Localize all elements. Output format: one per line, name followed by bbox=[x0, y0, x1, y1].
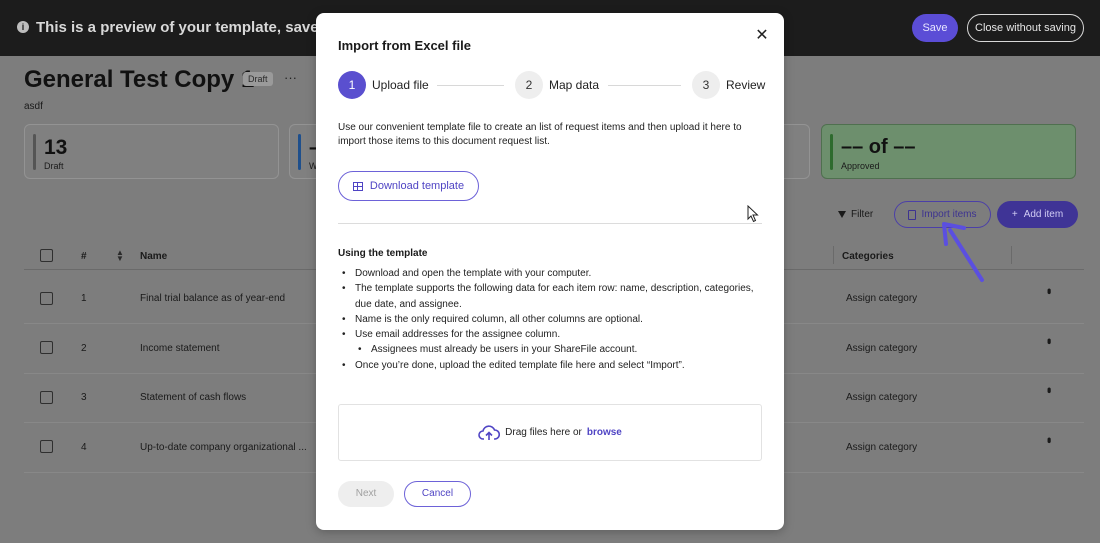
download-template-button[interactable]: Download template bbox=[338, 171, 479, 201]
instruction-item: Use email addresses for the assignee col… bbox=[338, 327, 766, 343]
more-options-icon[interactable]: ··· bbox=[284, 70, 297, 85]
cloud-upload-icon bbox=[478, 424, 501, 440]
step-number: 1 bbox=[338, 71, 366, 99]
close-without-saving-button[interactable]: Close without saving bbox=[967, 14, 1084, 42]
filter-icon bbox=[838, 211, 846, 218]
download-template-label: Download template bbox=[369, 180, 465, 192]
step-number: 3 bbox=[692, 71, 720, 99]
stat-label: Draft bbox=[44, 161, 64, 171]
close-icon[interactable]: ✕ bbox=[753, 27, 771, 45]
instruction-item: Download and open the template with your… bbox=[338, 266, 766, 282]
assign-category-link[interactable]: Assign category bbox=[846, 442, 917, 453]
instruction-item: Once you’re done, upload the edited temp… bbox=[338, 358, 766, 374]
dialog-title: Import from Excel file bbox=[338, 38, 471, 53]
instruction-item: The template supports the following data… bbox=[338, 281, 766, 312]
stat-card-draft[interactable]: 13 Draft bbox=[24, 124, 279, 179]
page-title: General Test Copy 1 bbox=[24, 66, 255, 93]
row-checkbox[interactable] bbox=[40, 391, 53, 404]
step-review: 3 Review bbox=[692, 71, 765, 99]
stat-card-partial-right bbox=[780, 124, 810, 179]
import-file-icon bbox=[908, 209, 917, 220]
annotation-arrow-icon bbox=[942, 222, 984, 282]
step-map-data: 2 Map data bbox=[515, 71, 599, 99]
column-header-name[interactable]: Name bbox=[140, 251, 167, 262]
stat-value: 13 bbox=[44, 136, 68, 159]
row-name[interactable]: Up-to-date company organizational ... bbox=[140, 442, 315, 453]
instructions-list: Download and open the template with your… bbox=[338, 266, 766, 373]
row-number: 1 bbox=[81, 293, 87, 304]
row-menu-icon[interactable]: ••• bbox=[1042, 437, 1056, 441]
step-label: Map data bbox=[549, 78, 600, 92]
sort-icon[interactable]: ▲ ▼ bbox=[116, 249, 124, 263]
assign-category-link[interactable]: Assign category bbox=[846, 293, 917, 304]
stat-card-approved[interactable]: –– of –– Approved bbox=[821, 124, 1076, 179]
row-menu-icon[interactable]: ••• bbox=[1042, 338, 1056, 342]
import-excel-dialog: Import from Excel file ✕ 1 Upload file 2… bbox=[316, 13, 784, 530]
page-subtitle: asdf bbox=[24, 101, 43, 112]
cancel-button[interactable]: Cancel bbox=[404, 481, 471, 507]
row-number: 2 bbox=[81, 343, 87, 354]
import-items-label: Import items bbox=[921, 209, 977, 220]
step-upload-file: 1 Upload file bbox=[338, 71, 429, 99]
instruction-subitem: Assignees must already be users in your … bbox=[338, 342, 766, 358]
add-item-label: Add item bbox=[1023, 209, 1064, 220]
stat-card-partial[interactable]: – W bbox=[289, 124, 321, 179]
row-checkbox[interactable] bbox=[40, 341, 53, 354]
instruction-item: Name is the only required column, all ot… bbox=[338, 312, 766, 328]
assign-category-link[interactable]: Assign category bbox=[846, 392, 917, 403]
preview-banner-text: This is a preview of your template, save… bbox=[36, 19, 351, 36]
spreadsheet-icon bbox=[352, 181, 363, 191]
dialog-intro-text: Use our convenient template file to crea… bbox=[338, 122, 742, 147]
step-label: Review bbox=[726, 78, 766, 92]
row-name[interactable]: Statement of cash flows bbox=[140, 392, 315, 403]
step-connector bbox=[608, 85, 681, 86]
stat-color-bar bbox=[830, 134, 833, 170]
stat-color-bar bbox=[298, 134, 301, 170]
stat-label: Approved bbox=[841, 161, 880, 171]
drop-text: Drag files here or bbox=[505, 427, 582, 438]
column-divider bbox=[1011, 246, 1012, 264]
column-divider bbox=[833, 246, 834, 264]
section-heading: Using the template bbox=[338, 248, 428, 259]
mouse-cursor-icon bbox=[747, 205, 759, 223]
step-label: Upload file bbox=[372, 78, 429, 92]
row-number: 4 bbox=[81, 442, 87, 453]
next-button[interactable]: Next bbox=[338, 481, 394, 507]
step-number: 2 bbox=[515, 71, 543, 99]
row-name[interactable]: Income statement bbox=[140, 343, 315, 354]
select-all-checkbox[interactable] bbox=[40, 249, 53, 262]
step-connector bbox=[437, 85, 504, 86]
row-checkbox[interactable] bbox=[40, 440, 53, 453]
filter-label: Filter bbox=[851, 209, 874, 220]
file-drop-zone[interactable]: Drag files here or browse bbox=[338, 404, 762, 461]
assign-category-link[interactable]: Assign category bbox=[846, 343, 917, 354]
status-badge: Draft bbox=[243, 72, 273, 86]
row-name[interactable]: Final trial balance as of year-end bbox=[140, 293, 315, 304]
info-icon: i bbox=[17, 21, 29, 33]
row-checkbox[interactable] bbox=[40, 292, 53, 305]
add-item-button[interactable]: + Add item bbox=[997, 201, 1078, 228]
browse-link[interactable]: browse bbox=[587, 427, 622, 438]
stat-value: –– of –– bbox=[841, 136, 916, 158]
column-header-number: # bbox=[81, 251, 87, 262]
divider bbox=[338, 223, 762, 224]
row-menu-icon[interactable]: ••• bbox=[1042, 387, 1056, 391]
row-number: 3 bbox=[81, 392, 87, 403]
row-menu-icon[interactable]: ••• bbox=[1042, 288, 1056, 292]
filter-button[interactable]: Filter bbox=[838, 209, 873, 220]
save-button[interactable]: Save bbox=[912, 14, 958, 42]
plus-icon: + bbox=[1011, 209, 1018, 220]
column-header-categories[interactable]: Categories bbox=[842, 251, 894, 262]
stat-color-bar bbox=[33, 134, 36, 170]
